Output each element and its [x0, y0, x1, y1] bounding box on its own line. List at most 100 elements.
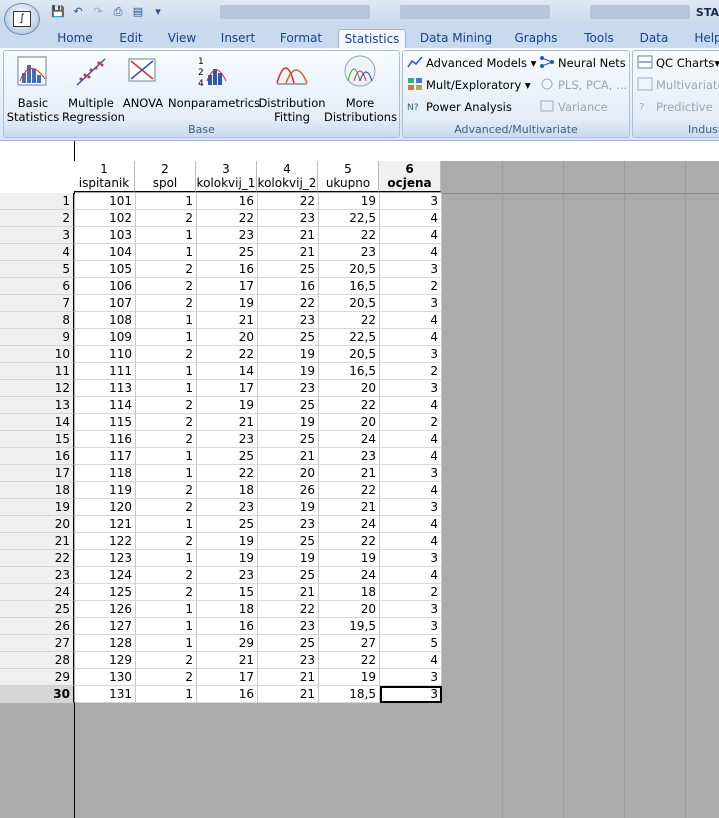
- cell-ispitanik[interactable]: 108: [75, 312, 136, 329]
- tab-edit[interactable]: Edit: [111, 29, 151, 48]
- cell-ocjena[interactable]: 5: [380, 635, 442, 652]
- cell-ocjena[interactable]: 4: [380, 312, 442, 329]
- cell-kolokvij_2[interactable]: 25: [258, 397, 319, 414]
- cell-spol[interactable]: 2: [136, 261, 197, 278]
- tab-home[interactable]: Home: [52, 29, 98, 48]
- cell-kolokvij_2[interactable]: 25: [258, 261, 319, 278]
- cell-ukupno[interactable]: 22: [319, 482, 380, 499]
- cell-ocjena[interactable]: 2: [380, 414, 442, 431]
- print-icon[interactable]: ⎙: [110, 4, 126, 20]
- sheet-corner[interactable]: [0, 141, 75, 194]
- nonparametrics-button[interactable]: 124 Nonparametrics: [168, 53, 260, 110]
- cell-ukupno[interactable]: 20,5: [319, 346, 380, 363]
- cell-ukupno[interactable]: 27: [319, 635, 380, 652]
- neural-nets-button[interactable]: Neural Nets: [539, 54, 626, 72]
- cell-kolokvij_2[interactable]: 23: [258, 312, 319, 329]
- cell-ispitanik[interactable]: 120: [75, 499, 136, 516]
- cell-kolokvij_1[interactable]: 18: [197, 601, 258, 618]
- cell-kolokvij_1[interactable]: 29: [197, 635, 258, 652]
- row-header[interactable]: 5: [0, 261, 74, 278]
- save-icon[interactable]: 💾: [50, 4, 66, 20]
- cell-ispitanik[interactable]: 118: [75, 465, 136, 482]
- cell-ispitanik[interactable]: 104: [75, 244, 136, 261]
- cell-ispitanik[interactable]: 125: [75, 584, 136, 601]
- multivariate-button[interactable]: Multivariate: [637, 76, 719, 94]
- advanced-models-button[interactable]: Advanced Models ▾: [407, 54, 536, 72]
- cell-kolokvij_1[interactable]: 19: [197, 550, 258, 567]
- variance-button[interactable]: Variance: [539, 98, 608, 116]
- cell-ispitanik[interactable]: 106: [75, 278, 136, 295]
- row-header[interactable]: 10: [0, 346, 74, 363]
- cell-ispitanik[interactable]: 109: [75, 329, 136, 346]
- cell-ispitanik[interactable]: 105: [75, 261, 136, 278]
- cell-ispitanik[interactable]: 114: [75, 397, 136, 414]
- cell-ocjena[interactable]: 4: [380, 652, 442, 669]
- cell-spol[interactable]: 1: [136, 363, 197, 380]
- cell-ispitanik[interactable]: 119: [75, 482, 136, 499]
- column-header-ukupno[interactable]: 5 ukupno: [318, 161, 379, 192]
- cell-spol[interactable]: 1: [136, 329, 197, 346]
- mult-exploratory-button[interactable]: Mult/Exploratory ▾: [407, 76, 531, 94]
- column-header-ocjena[interactable]: 6 ocjena: [379, 161, 441, 192]
- cell-kolokvij_2[interactable]: 25: [258, 533, 319, 550]
- cell-ispitanik[interactable]: 111: [75, 363, 136, 380]
- row-header[interactable]: 19: [0, 499, 74, 516]
- cell-ukupno[interactable]: 20: [319, 601, 380, 618]
- cell-spol[interactable]: 2: [136, 533, 197, 550]
- cell-spol[interactable]: 2: [136, 482, 197, 499]
- cell-kolokvij_2[interactable]: 20: [258, 465, 319, 482]
- row-header[interactable]: 20: [0, 516, 74, 533]
- cell-ispitanik[interactable]: 121: [75, 516, 136, 533]
- cell-spol[interactable]: 2: [136, 397, 197, 414]
- cell-kolokvij_1[interactable]: 19: [197, 295, 258, 312]
- cell-spol[interactable]: 1: [136, 312, 197, 329]
- cell-ocjena[interactable]: 2: [380, 584, 442, 601]
- column-header-kolokvij_2[interactable]: 4 kolokvij_2: [257, 161, 318, 192]
- cell-kolokvij_2[interactable]: 21: [258, 448, 319, 465]
- cell-spol[interactable]: 1: [136, 448, 197, 465]
- cell-spol[interactable]: 2: [136, 210, 197, 227]
- cell-kolokvij_2[interactable]: 23: [258, 380, 319, 397]
- cell-kolokvij_2[interactable]: 23: [258, 210, 319, 227]
- cell-ocjena[interactable]: 4: [380, 533, 442, 550]
- cell-kolokvij_2[interactable]: 21: [258, 244, 319, 261]
- cell-kolokvij_1[interactable]: 17: [197, 380, 258, 397]
- cell-ocjena[interactable]: 2: [380, 278, 442, 295]
- cell-kolokvij_2[interactable]: 22: [258, 295, 319, 312]
- row-header[interactable]: 27: [0, 635, 74, 652]
- tab-tools[interactable]: Tools: [578, 29, 620, 48]
- application-menu-button[interactable]: ∫: [4, 3, 40, 35]
- cell-kolokvij_1[interactable]: 23: [197, 567, 258, 584]
- row-header[interactable]: 8: [0, 312, 74, 329]
- cell-ukupno[interactable]: 24: [319, 516, 380, 533]
- row-header[interactable]: 24: [0, 584, 74, 601]
- cell-ispitanik[interactable]: 128: [75, 635, 136, 652]
- cell-spol[interactable]: 2: [136, 431, 197, 448]
- cell-ukupno[interactable]: 16,5: [319, 278, 380, 295]
- cell-ukupno[interactable]: 19: [319, 669, 380, 686]
- customize-toolbar-icon[interactable]: ▾: [150, 4, 166, 20]
- cell-spol[interactable]: 2: [136, 278, 197, 295]
- cell-ispitanik[interactable]: 127: [75, 618, 136, 635]
- window-list-icon[interactable]: ▤: [130, 4, 146, 20]
- cell-ocjena[interactable]: 3: [380, 465, 442, 482]
- cell-ispitanik[interactable]: 107: [75, 295, 136, 312]
- multiple-regression-button[interactable]: Multiple Regression: [62, 53, 125, 124]
- row-header[interactable]: 30: [0, 686, 74, 703]
- cell-kolokvij_1[interactable]: 19: [197, 397, 258, 414]
- cell-ispitanik[interactable]: 129: [75, 652, 136, 669]
- cell-ukupno[interactable]: 18: [319, 584, 380, 601]
- cell-ukupno[interactable]: 22,5: [319, 329, 380, 346]
- cell-kolokvij_1[interactable]: 23: [197, 499, 258, 516]
- cell-kolokvij_2[interactable]: 25: [258, 329, 319, 346]
- cell-kolokvij_2[interactable]: 23: [258, 618, 319, 635]
- cell-kolokvij_1[interactable]: 14: [197, 363, 258, 380]
- predictive-button[interactable]: ? Predictive: [637, 98, 713, 116]
- cell-ukupno[interactable]: 22,5: [319, 210, 380, 227]
- cell-spol[interactable]: 2: [136, 499, 197, 516]
- tab-format[interactable]: Format: [276, 29, 326, 48]
- cell-kolokvij_1[interactable]: 16: [197, 193, 258, 210]
- cell-kolokvij_1[interactable]: 17: [197, 669, 258, 686]
- cell-ispitanik[interactable]: 130: [75, 669, 136, 686]
- cell-kolokvij_1[interactable]: 17: [197, 278, 258, 295]
